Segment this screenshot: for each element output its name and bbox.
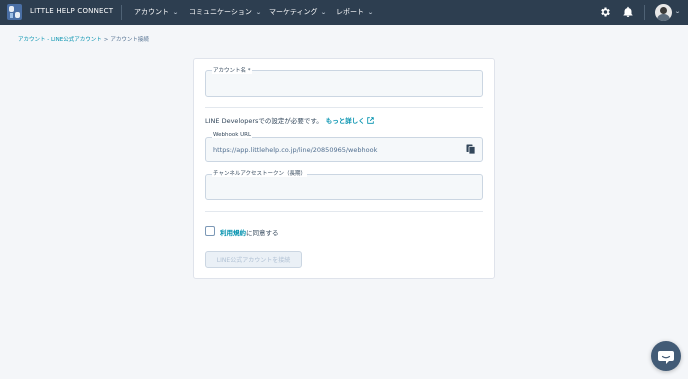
top-nav-bar: LITTLE HELP CONNECT アカウント ⌄ コミュニケーション ⌄ マー… bbox=[0, 0, 688, 25]
brand-name[interactable]: LITTLE HELP CONNECT bbox=[30, 7, 113, 15]
nav-marketing-label: マーケティング bbox=[269, 8, 318, 16]
learn-more-link[interactable]: もっと詳しく bbox=[326, 117, 365, 125]
nav-communication-label: コミュニケーション bbox=[189, 8, 252, 16]
nav-divider bbox=[644, 5, 645, 20]
terms-link[interactable]: 利用規約 bbox=[220, 229, 246, 237]
breadcrumb-link[interactable]: アカウント - LINE公式アカウント bbox=[18, 37, 102, 43]
breadcrumb-current: アカウント接続 bbox=[110, 37, 149, 43]
nav-account[interactable]: アカウント ⌄ bbox=[134, 7, 179, 17]
terms-agree-label: 利用規約に同意する bbox=[220, 227, 279, 237]
bell-icon[interactable] bbox=[622, 6, 634, 18]
terms-suffix: に同意する bbox=[246, 229, 279, 237]
nav-marketing[interactable]: マーケティング ⌄ bbox=[269, 7, 328, 17]
avatar[interactable] bbox=[655, 4, 672, 21]
terms-checkbox[interactable] bbox=[205, 226, 215, 236]
external-link-icon[interactable] bbox=[367, 117, 374, 124]
channel-token-label: チャンネルアクセストークン（長期） bbox=[212, 169, 308, 177]
copy-icon[interactable] bbox=[466, 144, 476, 155]
chevron-down-icon: ⌄ bbox=[255, 9, 262, 16]
nav-account-label: アカウント bbox=[134, 8, 169, 16]
breadcrumb-separator: > bbox=[103, 37, 109, 43]
connect-account-card: アカウント名 * LINE Developersでの設定が必要です。 もっと詳しく… bbox=[193, 58, 495, 279]
chat-bubble-icon bbox=[658, 351, 674, 364]
breadcrumb: アカウント - LINE公式アカウント > アカウント接続 bbox=[18, 35, 149, 43]
setup-note: LINE Developersでの設定が必要です。 もっと詳しく bbox=[205, 115, 374, 125]
setup-note-text: LINE Developersでの設定が必要です。 bbox=[205, 117, 323, 125]
webhook-url-field[interactable]: https://app.littlehelp.co.jp/line/208509… bbox=[205, 137, 483, 162]
chevron-down-icon: ⌄ bbox=[320, 9, 328, 16]
nav-report[interactable]: レポート ⌄ bbox=[336, 7, 374, 17]
nav-report-label: レポート bbox=[336, 8, 364, 16]
app-logo-icon[interactable] bbox=[7, 4, 22, 20]
chevron-down-icon[interactable]: ⌄ bbox=[674, 8, 681, 15]
connect-line-account-button[interactable]: LINE公式アカウントを接続 bbox=[205, 251, 302, 268]
settings-gear-icon[interactable] bbox=[599, 6, 611, 18]
nav-communication[interactable]: コミュニケーション ⌄ bbox=[189, 7, 262, 17]
chat-widget-button[interactable] bbox=[651, 341, 681, 371]
nav-divider bbox=[121, 5, 122, 20]
account-name-label: アカウント名 * bbox=[212, 66, 252, 74]
channel-token-field[interactable] bbox=[205, 174, 483, 200]
section-divider bbox=[205, 107, 483, 108]
webhook-url-value: https://app.littlehelp.co.jp/line/208509… bbox=[213, 146, 378, 154]
section-divider bbox=[205, 211, 483, 212]
chevron-down-icon: ⌄ bbox=[172, 9, 179, 16]
webhook-url-label: Webhook URL bbox=[212, 132, 253, 138]
account-name-field[interactable] bbox=[205, 70, 483, 97]
chevron-down-icon: ⌄ bbox=[367, 9, 374, 16]
